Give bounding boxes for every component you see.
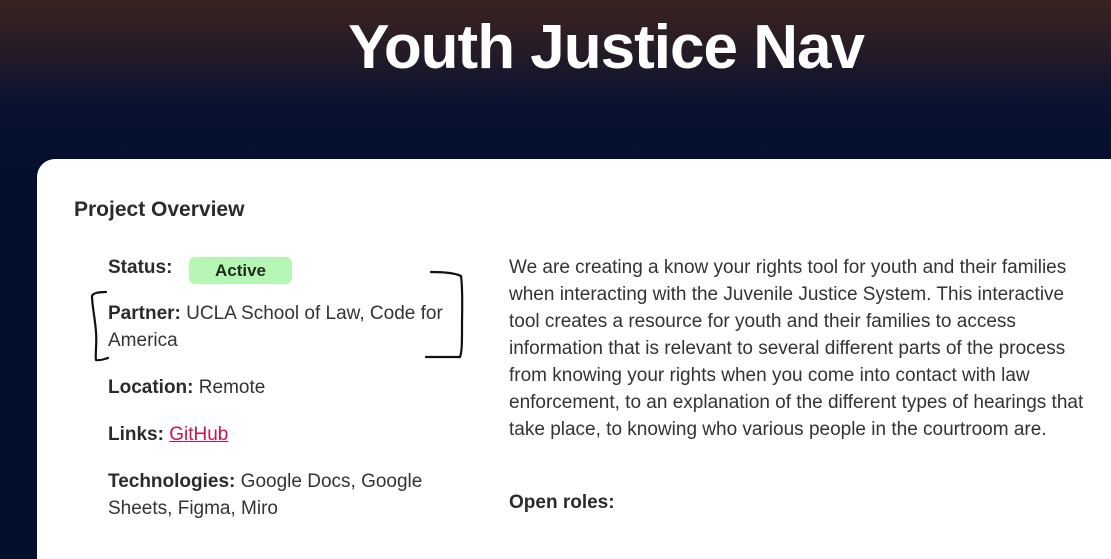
location-label: Location: <box>108 377 194 398</box>
partner-label: Partner: <box>108 303 181 324</box>
links-label: Links: <box>108 424 164 445</box>
technologies-label: Technologies: <box>108 471 236 492</box>
links-row: Links: GitHub <box>108 421 463 448</box>
partner-row: Partner: UCLA School of Law, Code for Am… <box>108 300 463 354</box>
project-description: We are creating a know your rights tool … <box>509 254 1089 443</box>
status-badge: Active <box>189 257 292 284</box>
status-label: Status: <box>108 257 173 278</box>
description-text: We are creating a know your rights tool … <box>509 257 1084 440</box>
hero-banner: Youth Justice Nav <box>0 0 1111 170</box>
location-row: Location: Remote <box>108 374 463 401</box>
status-row: Status: Active <box>108 254 463 284</box>
section-heading: Project Overview <box>74 198 245 221</box>
page-title: Youth Justice Nav <box>348 13 865 82</box>
technologies-row: Technologies: Google Docs, Google Sheets… <box>108 468 463 522</box>
open-roles-heading: Open roles: <box>509 492 615 513</box>
location-value: Remote <box>198 377 266 398</box>
github-link[interactable]: GitHub <box>169 424 228 445</box>
